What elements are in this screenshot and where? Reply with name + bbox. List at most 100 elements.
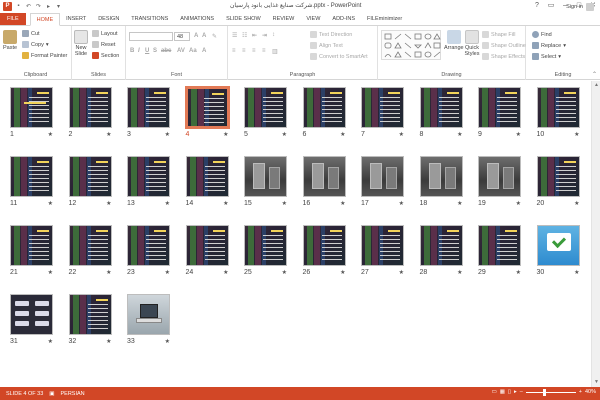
- chevron-down-icon[interactable]: ▾: [563, 43, 566, 49]
- transition-star-icon[interactable]: ★: [165, 338, 170, 345]
- slide-preview[interactable]: [478, 156, 521, 197]
- zoom-slider-thumb[interactable]: [542, 388, 546, 396]
- slide-preview[interactable]: [185, 156, 229, 197]
- clear-format-icon[interactable]: ✎: [212, 33, 217, 40]
- zoom-in-icon[interactable]: +: [579, 389, 582, 395]
- slideshow-view-icon[interactable]: ▸: [514, 389, 517, 395]
- replace-button[interactable]: Replace ▾: [532, 42, 566, 49]
- decrease-indent-icon[interactable]: ⇤: [252, 32, 257, 39]
- slide-thumbnail[interactable]: 28 ★: [419, 225, 463, 276]
- transition-star-icon[interactable]: ★: [340, 200, 345, 207]
- language-status[interactable]: PERSIAN: [55, 391, 91, 397]
- slide-thumbnail[interactable]: 18 ★: [419, 156, 463, 207]
- slide-thumbnail[interactable]: 10 ★: [536, 87, 580, 138]
- transition-star-icon[interactable]: ★: [457, 131, 462, 138]
- transition-star-icon[interactable]: ★: [399, 269, 404, 276]
- paste-button[interactable]: Paste: [3, 30, 17, 51]
- slide-thumbnail[interactable]: 13 ★: [127, 156, 170, 207]
- slide-thumbnail[interactable]: 32 ★: [68, 294, 112, 345]
- transition-star-icon[interactable]: ★: [399, 200, 404, 207]
- transition-star-icon[interactable]: ★: [48, 131, 53, 138]
- slide-preview[interactable]: [361, 225, 404, 266]
- transition-star-icon[interactable]: ★: [457, 200, 462, 207]
- columns-icon[interactable]: ▥: [272, 48, 278, 55]
- transition-star-icon[interactable]: ★: [574, 131, 579, 138]
- slide-thumbnail[interactable]: 22 ★: [68, 225, 112, 276]
- slide-preview[interactable]: [185, 225, 229, 266]
- slide-preview[interactable]: [68, 294, 112, 335]
- chevron-down-icon[interactable]: ▾: [558, 54, 561, 60]
- scroll-up-icon[interactable]: ▲: [593, 82, 600, 89]
- tab-home[interactable]: HOME: [29, 13, 61, 26]
- slide-thumbnail[interactable]: 33 ★: [127, 294, 170, 345]
- slide-thumbnail[interactable]: 23 ★: [127, 225, 170, 276]
- transition-star-icon[interactable]: ★: [282, 269, 287, 276]
- tab-review[interactable]: REVIEW: [267, 13, 301, 25]
- slide-thumbnail[interactable]: 26 ★: [302, 225, 346, 276]
- transition-star-icon[interactable]: ★: [574, 269, 579, 276]
- slide-thumbnail[interactable]: 3 ★: [127, 87, 170, 138]
- slide-preview[interactable]: [302, 156, 346, 197]
- slide-preview[interactable]: [361, 87, 404, 128]
- zoom-level[interactable]: 40%: [585, 389, 596, 395]
- chevron-down-icon[interactable]: ▾: [46, 42, 49, 48]
- slide-preview[interactable]: [10, 294, 53, 335]
- tab-add-ins[interactable]: ADD-INS: [326, 13, 361, 25]
- font-name-field[interactable]: [129, 32, 173, 41]
- slide-thumbnail[interactable]: 15 ★: [244, 156, 287, 207]
- increase-indent-icon[interactable]: ⇥: [262, 32, 267, 39]
- slide-preview[interactable]: [68, 225, 112, 266]
- align-right-icon[interactable]: ≡: [252, 48, 256, 54]
- slide-preview[interactable]: [10, 225, 53, 266]
- ribbon-display-icon[interactable]: ▭: [544, 0, 558, 12]
- transition-star-icon[interactable]: ★: [165, 200, 170, 207]
- text-direction-button[interactable]: Text Direction: [310, 31, 352, 38]
- numbering-icon[interactable]: ☷: [242, 32, 247, 39]
- account-area[interactable]: Sign in: [566, 3, 594, 11]
- normal-view-icon[interactable]: ▭: [492, 389, 497, 395]
- layout-button[interactable]: Layout: [92, 30, 118, 37]
- slide-preview[interactable]: [361, 156, 404, 197]
- arrange-button[interactable]: Arrange: [444, 30, 464, 51]
- slide-preview[interactable]: [536, 87, 580, 128]
- slide-preview[interactable]: [536, 156, 580, 197]
- transition-star-icon[interactable]: ★: [48, 338, 53, 345]
- transition-star-icon[interactable]: ★: [282, 200, 287, 207]
- slide-thumbnail[interactable]: 12 ★: [68, 156, 112, 207]
- slide-preview[interactable]: [127, 156, 170, 197]
- tab-animations[interactable]: ANIMATIONS: [174, 13, 220, 25]
- powerpoint-logo-icon[interactable]: P: [3, 1, 12, 11]
- slide-thumbnail[interactable]: 27 ★: [361, 225, 404, 276]
- bullets-icon[interactable]: ☰: [232, 32, 237, 39]
- justify-icon[interactable]: ≡: [262, 48, 266, 54]
- transition-star-icon[interactable]: ★: [106, 338, 111, 345]
- select-button[interactable]: Select ▾: [532, 53, 561, 60]
- slide-preview[interactable]: [302, 87, 346, 128]
- undo-icon[interactable]: ↶: [25, 3, 32, 10]
- transition-star-icon[interactable]: ★: [340, 131, 345, 138]
- reading-view-icon[interactable]: ▯: [508, 389, 511, 395]
- collapse-ribbon-icon[interactable]: ⌃: [592, 71, 597, 78]
- slide-sorter-view-icon[interactable]: ▦: [500, 389, 505, 395]
- line-spacing-icon[interactable]: ↕: [272, 32, 275, 38]
- slide-preview[interactable]: [68, 156, 112, 197]
- transition-star-icon[interactable]: ★: [516, 131, 521, 138]
- slide-preview[interactable]: [244, 225, 287, 266]
- format-painter-button[interactable]: Format Painter: [22, 52, 67, 59]
- reset-button[interactable]: Reset: [92, 41, 115, 48]
- slide-thumbnail[interactable]: 7 ★: [361, 87, 404, 138]
- slide-thumbnail[interactable]: 16 ★: [302, 156, 346, 207]
- transition-star-icon[interactable]: ★: [516, 269, 521, 276]
- slide-preview[interactable]: [419, 87, 463, 128]
- cut-button[interactable]: Cut: [22, 30, 40, 37]
- slide-thumbnail[interactable]: 31 ★: [10, 294, 53, 345]
- transition-star-icon[interactable]: ★: [223, 200, 228, 207]
- slide-thumbnail[interactable]: 5 ★: [244, 87, 287, 138]
- slide-thumbnail[interactable]: 6 ★: [302, 87, 346, 138]
- shape-fill-button[interactable]: Shape Fill: [482, 31, 515, 38]
- sign-in-link[interactable]: Sign in: [566, 4, 583, 10]
- transition-star-icon[interactable]: ★: [457, 269, 462, 276]
- underline-icon[interactable]: U: [145, 48, 149, 54]
- save-icon[interactable]: ▪: [15, 3, 22, 10]
- slide-thumbnail[interactable]: 20 ★: [536, 156, 580, 207]
